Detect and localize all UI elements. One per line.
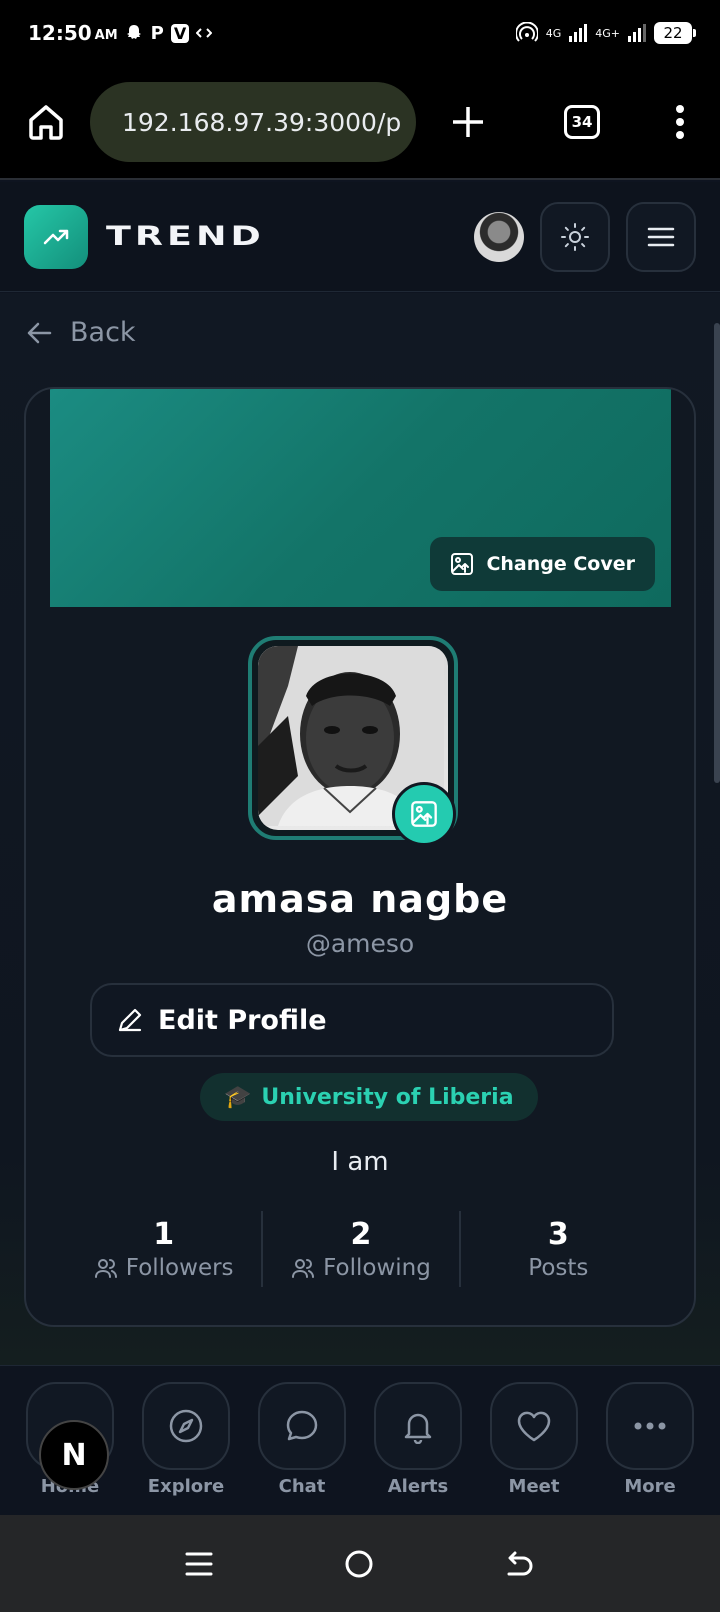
trending-up-icon	[43, 229, 69, 244]
snapchat-icon	[126, 25, 141, 39]
following-stat[interactable]: 2 Following	[261, 1211, 458, 1287]
status-right: 4G 4G+ 22	[515, 22, 696, 44]
followers-stat[interactable]: 1 Followers	[66, 1211, 261, 1287]
nav-chat-button[interactable]	[258, 1382, 346, 1470]
network-label-1: 4G	[545, 26, 562, 40]
tab-switcher-button[interactable]: 34	[564, 105, 600, 139]
image-upload-icon	[451, 553, 474, 575]
status-bar: 12:50 AM P V 4G 4G+ 22	[0, 0, 720, 66]
nav-more-button[interactable]	[606, 1382, 694, 1470]
home-icon[interactable]	[24, 100, 68, 144]
system-navigation	[0, 1515, 720, 1612]
new-tab-icon[interactable]	[450, 104, 486, 140]
change-avatar-button[interactable]	[392, 782, 456, 846]
back-label: Back	[70, 317, 136, 348]
profile-handle: @ameso	[305, 929, 415, 958]
following-label-row: Following	[291, 1255, 431, 1281]
arrow-left-icon	[27, 322, 52, 343]
user-avatar[interactable]	[474, 211, 524, 262]
chat-icon	[286, 1410, 318, 1441]
nav-chat-label: Chat	[278, 1476, 326, 1497]
recent-apps-icon[interactable]	[185, 1550, 213, 1578]
nav-meet[interactable]: Meet	[489, 1382, 579, 1515]
back-icon[interactable]	[505, 1550, 535, 1578]
users-icon	[94, 1258, 117, 1278]
posts-count: 3	[547, 1216, 569, 1252]
back-button[interactable]: Back	[26, 317, 136, 348]
graduation-cap-icon: 🎓	[224, 1084, 252, 1110]
brand-name[interactable]: TREND	[106, 221, 265, 252]
app-v-icon: V	[170, 23, 190, 43]
posts-stat[interactable]: 3 Posts	[458, 1211, 656, 1287]
scrollbar[interactable]	[714, 323, 720, 783]
nextjs-dev-badge[interactable]: N	[39, 1420, 109, 1490]
browser-toolbar: 192.168.97.39:3000/p 34	[0, 66, 720, 180]
posts-label-row: Posts	[528, 1255, 588, 1281]
home-circle-icon[interactable]	[344, 1549, 374, 1579]
bell-icon	[404, 1413, 432, 1444]
more-icon	[634, 1422, 666, 1430]
kebab-menu-icon[interactable]	[674, 104, 686, 140]
profile-bio: I am	[331, 1147, 389, 1177]
edit-profile-label: Edit Profile	[158, 1004, 327, 1036]
nav-meet-label: Meet	[508, 1476, 560, 1497]
address-bar[interactable]: 192.168.97.39:3000/p	[90, 82, 416, 162]
nav-explore-button[interactable]	[142, 1382, 230, 1470]
hotspot-icon	[515, 22, 538, 42]
nav-alerts-label: Alerts	[387, 1476, 449, 1497]
sun-icon	[561, 222, 589, 251]
university-badge: 🎓 University of Liberia	[200, 1073, 538, 1121]
following-count: 2	[350, 1216, 372, 1252]
status-time: 12:50	[28, 21, 92, 45]
heart-icon	[517, 1411, 551, 1442]
nav-chat[interactable]: Chat	[257, 1382, 347, 1515]
nav-home[interactable]: N Home	[25, 1382, 115, 1515]
nav-more[interactable]: More	[605, 1382, 695, 1515]
theme-toggle-button[interactable]	[540, 201, 610, 272]
users-icon	[292, 1258, 315, 1278]
battery-indicator: 22	[654, 22, 696, 44]
followers-count: 1	[153, 1216, 175, 1252]
signal-icon	[569, 24, 588, 42]
following-label: Following	[323, 1254, 431, 1281]
followers-label: Followers	[125, 1254, 234, 1281]
nav-alerts-button[interactable]	[374, 1382, 462, 1470]
signal-icon-2	[628, 24, 646, 42]
profile-name: amasa nagbe	[211, 877, 509, 921]
menu-button[interactable]	[626, 201, 696, 272]
nav-alerts[interactable]: Alerts	[373, 1382, 463, 1515]
app-p-icon: P	[150, 22, 164, 44]
nav-meet-button[interactable]	[490, 1382, 578, 1470]
notification-icons: P V	[124, 23, 213, 44]
url-text[interactable]: 192.168.97.39:3000/p	[122, 108, 401, 137]
cover-image: Change Cover	[50, 389, 671, 607]
university-name: University of Liberia	[261, 1084, 514, 1110]
pencil-icon	[118, 1008, 142, 1032]
edit-profile-button[interactable]: Edit Profile	[90, 983, 614, 1057]
logo[interactable]	[24, 204, 88, 269]
nav-explore[interactable]: Explore	[141, 1382, 231, 1515]
app-header: TREND	[0, 182, 720, 292]
nav-more-label: More	[624, 1476, 676, 1497]
hamburger-icon	[647, 227, 675, 246]
change-cover-label: Change Cover	[486, 553, 635, 575]
profile-card: Change Cover amasa nagbe @ameso Edit Pro…	[24, 387, 696, 1327]
change-cover-button[interactable]: Change Cover	[430, 537, 655, 591]
compass-icon	[169, 1409, 203, 1443]
nav-explore-label: Explore	[147, 1476, 225, 1497]
profile-stats: 1 Followers 2 Following 3 Posts	[66, 1211, 656, 1287]
image-upload-icon	[411, 801, 437, 827]
followers-label-row: Followers	[94, 1255, 234, 1281]
main-content: Back Change Cover amasa nagbe @ameso Edi…	[0, 293, 720, 1365]
network-label-2: 4G+	[595, 26, 620, 40]
status-ampm: AM	[94, 27, 118, 43]
code-icon	[196, 28, 213, 38]
posts-label: Posts	[528, 1254, 589, 1281]
bottom-navigation: N Home Explore Chat Alerts Meet More	[0, 1365, 720, 1515]
